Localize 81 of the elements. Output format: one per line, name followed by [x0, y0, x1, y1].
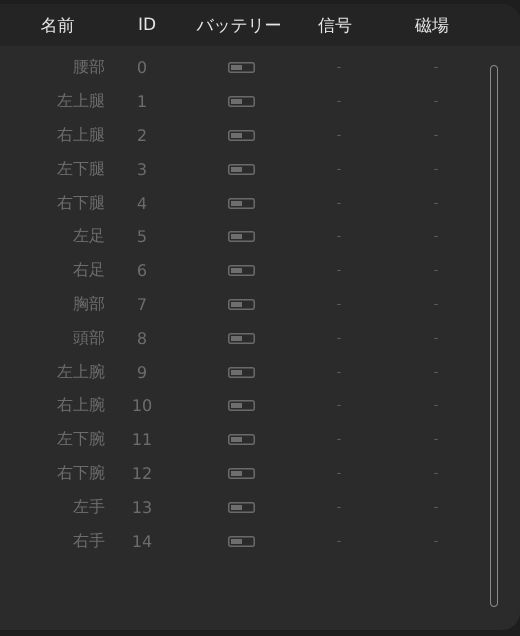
table-cell-text: 腰部 — [72, 57, 105, 78]
table-cell-text: - — [432, 229, 440, 244]
table-cell-text: 3 — [136, 160, 148, 179]
table-cell-text: - — [336, 432, 342, 448]
table-cell-text: - — [336, 263, 342, 278]
column-header[interactable]: 磁場 — [371, 14, 493, 36]
scrollbar[interactable] — [490, 65, 498, 607]
table-cell-text: - — [432, 500, 440, 515]
battery-icon — [228, 536, 254, 547]
table-cell-text: - — [336, 229, 342, 244]
table-cell-text: 7 — [136, 294, 148, 314]
table-cell-text: - — [432, 296, 440, 312]
table-cell-text: - — [336, 296, 342, 312]
table-cell-text: - — [336, 364, 342, 380]
table-cell-text: 左手 — [72, 496, 105, 518]
table-cell-text: 頭部 — [72, 328, 105, 349]
table-cell-text: 0 — [136, 58, 148, 78]
table-cell-text: - — [336, 330, 342, 346]
battery-icon — [228, 434, 254, 446]
table-cell-text: - — [336, 500, 342, 515]
table-cell-text: - — [432, 263, 440, 278]
battery-icon — [228, 332, 254, 344]
table-cell-text: 6 — [136, 261, 148, 280]
table-cell-text: - — [432, 128, 440, 143]
table-cell-text: - — [336, 128, 342, 143]
table-cell-text: - — [432, 398, 440, 414]
battery-icon — [228, 265, 254, 276]
battery-icon — [228, 366, 254, 378]
table-cell-text: - — [432, 94, 440, 110]
column-header[interactable]: バッテリー — [179, 14, 299, 36]
column-header[interactable]: 名前 — [0, 14, 115, 36]
battery-icon — [228, 130, 254, 141]
table-cell-text: 右上腿 — [56, 124, 105, 146]
table-cell-text: - — [336, 534, 342, 549]
table-cell-text: 13 — [130, 498, 154, 517]
table-cell-text: 1 — [136, 92, 148, 112]
table-cell-text: 4 — [136, 194, 148, 213]
table-cell-text: - — [336, 94, 342, 110]
table-cell-text: 左上腿 — [56, 91, 105, 112]
table-cell-text: 左下腿 — [56, 158, 105, 180]
table-cell-text: - — [432, 534, 440, 549]
battery-icon — [228, 400, 254, 412]
table-cell-text: 10 — [130, 396, 154, 416]
table-cell-text: 左上腕 — [56, 362, 105, 383]
table-cell-text: 右下腿 — [56, 192, 105, 214]
battery-icon — [228, 298, 254, 310]
battery-icon — [228, 231, 254, 242]
table-cell-text: - — [336, 466, 342, 481]
table-cell-text: - — [432, 330, 440, 346]
table-cell-text: 右手 — [72, 530, 105, 552]
table-cell-text: - — [336, 60, 342, 76]
table-cell-text: - — [432, 466, 440, 481]
battery-icon — [228, 164, 254, 175]
table-cell-text: 胸部 — [72, 294, 105, 315]
table-cell-text: 14 — [130, 532, 154, 551]
battery-icon — [228, 62, 254, 74]
table-cell-text: - — [432, 196, 440, 211]
table-cell-text: - — [432, 364, 440, 380]
table-cell-text: 8 — [136, 328, 148, 348]
table-cell-text: - — [336, 398, 342, 414]
table-cell-text: 右足 — [72, 260, 105, 282]
table-cell-text: 右下腕 — [56, 462, 105, 484]
battery-icon — [228, 96, 254, 108]
column-header[interactable]: 信号 — [299, 14, 371, 36]
table-cell-text: - — [336, 162, 342, 177]
battery-icon — [228, 502, 254, 513]
table-cell-text: 9 — [136, 362, 148, 382]
table-cell-text: 2 — [136, 126, 148, 145]
table-cell-text: 5 — [136, 227, 148, 246]
table-cell-text: 左足 — [72, 226, 105, 248]
table-cell-text: 左下腕 — [56, 429, 105, 450]
table-cell-text: 11 — [130, 430, 154, 450]
table-cell-text: - — [432, 60, 440, 76]
battery-icon — [228, 198, 254, 209]
column-header[interactable]: ID — [115, 15, 179, 35]
table-cell-text: - — [432, 432, 440, 448]
table-cell-text: - — [432, 162, 440, 177]
table-cell-text: 12 — [130, 464, 154, 483]
battery-icon — [228, 468, 254, 479]
table-cell-text: - — [336, 196, 342, 211]
table-cell-text: 右上腕 — [56, 395, 105, 416]
